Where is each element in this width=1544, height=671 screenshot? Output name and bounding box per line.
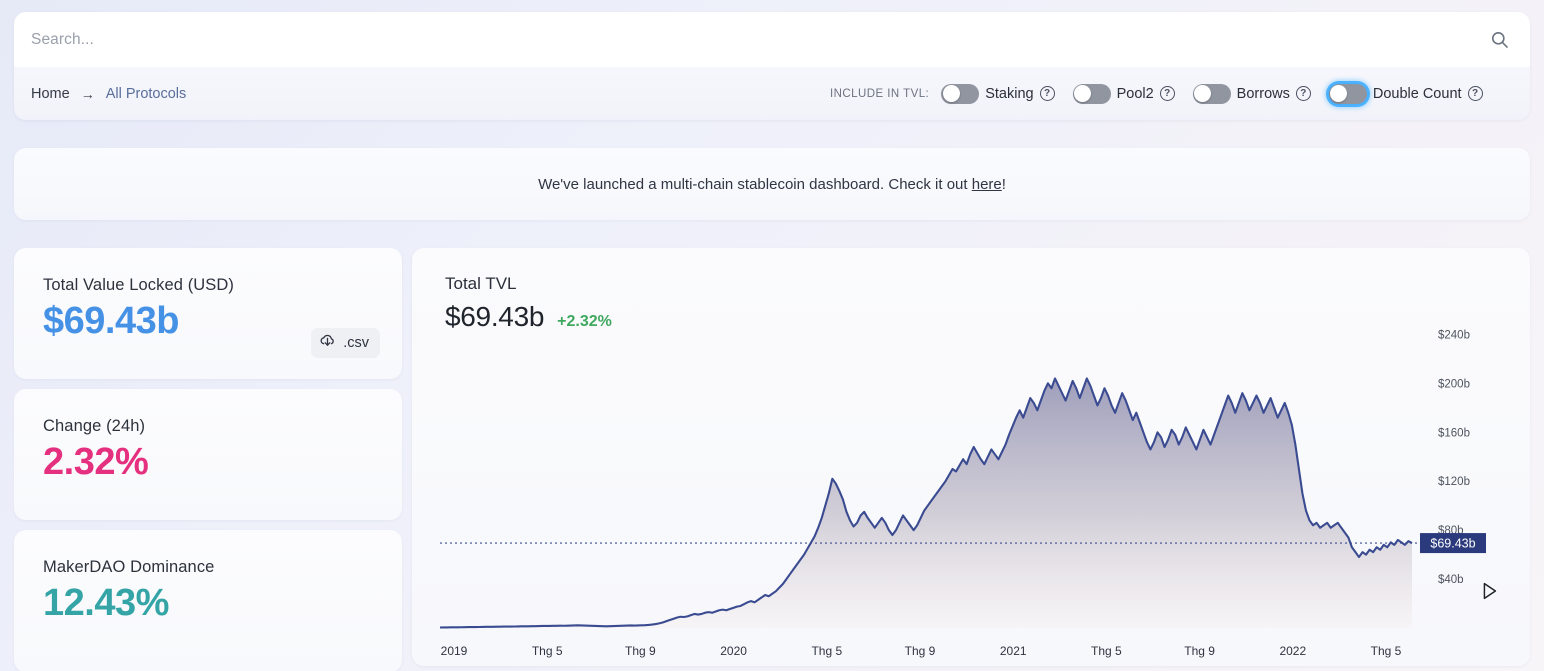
toggle-knob (1074, 85, 1092, 102)
toggle-knob (1194, 85, 1212, 102)
y-axis-tick: $120b (1438, 476, 1470, 488)
stat-card-change-24h: Change (24h) 2.32% (14, 389, 402, 520)
breadcrumb: Home → All Protocols (31, 86, 186, 102)
x-axis-tick: Thg 5 (1091, 644, 1122, 658)
cloud-download-icon (319, 332, 336, 354)
banner-link-here[interactable]: here (972, 176, 1002, 193)
include-in-tvl-controls: INCLUDE IN TVL: Staking ? Pool2 ? Borrow… (830, 67, 1483, 120)
toggle-staking[interactable] (941, 83, 980, 104)
toggle-group-borrows[interactable]: Borrows ? (1192, 83, 1311, 104)
toggle-knob (1330, 85, 1348, 102)
top-panel: Home → All Protocols INCLUDE IN TVL: Sta… (14, 12, 1530, 120)
current-value-badge-label: $69.43b (1430, 537, 1475, 551)
breadcrumb-item-all-protocols[interactable]: All Protocols (106, 86, 187, 102)
stat-title: Change (24h) (43, 417, 146, 435)
toggle-group-double-count[interactable]: Double Count ? (1328, 83, 1483, 104)
toggle-group-staking[interactable]: Staking ? (941, 83, 1055, 104)
breadcrumb-item-home[interactable]: Home (31, 86, 70, 102)
toggle-knob (942, 85, 960, 102)
x-axis-tick: Thg 5 (1371, 644, 1402, 658)
toggle-label-borrows: Borrows (1236, 85, 1290, 102)
include-in-tvl-label: INCLUDE IN TVL: (830, 87, 930, 100)
y-axis-tick: $200b (1438, 378, 1470, 390)
stats-column: Total Value Locked (USD) $69.43b .csv Ch… (14, 248, 402, 671)
search-bar[interactable] (14, 12, 1530, 67)
toggle-borrows[interactable] (1192, 83, 1231, 104)
toggle-label-staking: Staking (985, 85, 1034, 102)
help-icon-double-count[interactable]: ? (1467, 86, 1483, 101)
download-csv-button[interactable]: .csv (311, 328, 380, 358)
y-axis-tick: $160b (1438, 427, 1470, 439)
chart-plot-area[interactable]: $40b $80b $120b $160b $200b $240b 2019 Thg 5 Th… (412, 296, 1530, 666)
toggle-group-pool2[interactable]: Pool2 ? (1072, 83, 1175, 104)
announcement-banner: We've launched a multi-chain stablecoin … (14, 148, 1530, 220)
breadcrumb-arrow-icon: → (80, 85, 95, 102)
banner-text-after: ! (1001, 175, 1006, 193)
csv-label: .csv (343, 335, 369, 351)
toggle-double-count[interactable] (1328, 83, 1367, 104)
toggle-label-double-count: Double Count (1372, 85, 1462, 102)
stat-card-total-value-locked: Total Value Locked (USD) $69.43b .csv (14, 248, 402, 379)
chart-panel: Total TVL $69.43b +2.32% $40b $80b $120b $1… (412, 248, 1530, 666)
banner-text: We've launched a multi-chain stablecoin … (538, 176, 1006, 193)
x-axis-tick: 2021 (1000, 644, 1027, 658)
x-axis-tick: Thg 5 (811, 644, 842, 658)
x-axis-tick: 2022 (1279, 644, 1306, 658)
toggle-pool2[interactable] (1072, 83, 1111, 104)
help-icon-pool2[interactable]: ? (1159, 86, 1175, 101)
chart-title: Total TVL (445, 274, 517, 293)
stat-title: Total Value Locked (USD) (43, 276, 235, 294)
y-axis-tick: $240b (1438, 329, 1470, 341)
stat-title: MakerDAO Dominance (43, 558, 215, 576)
banner-text-before: We've launched a multi-chain stablecoin … (538, 175, 972, 193)
stat-value: 2.32% (43, 441, 149, 483)
x-axis-tick: Thg 9 (1184, 644, 1215, 658)
x-axis-tick: Thg 9 (905, 644, 936, 658)
y-axis-tick: $40b (1438, 574, 1464, 586)
help-icon-staking[interactable]: ? (1039, 86, 1055, 101)
x-axis-tick: Thg 5 (532, 644, 563, 658)
x-axis-tick: 2020 (720, 644, 747, 658)
x-axis-tick: 2019 (441, 644, 468, 658)
help-icon-borrows[interactable]: ? (1295, 86, 1311, 101)
stat-card-makerdao-dominance: MakerDAO Dominance 12.43% (14, 530, 402, 671)
chart-area-fill (440, 378, 1412, 628)
toggle-label-pool2: Pool2 (1116, 85, 1154, 102)
play-triangle-cursor (1478, 580, 1500, 602)
breadcrumb-bar: Home → All Protocols INCLUDE IN TVL: Sta… (14, 67, 1530, 120)
stat-value: 12.43% (43, 582, 169, 624)
search-input[interactable] (31, 30, 1486, 49)
x-axis-tick: Thg 9 (625, 644, 656, 658)
search-icon[interactable] (1486, 27, 1512, 53)
tvl-area-chart[interactable]: $40b$80b$120b$160b$200b$240b 2019 Thg 5 Th… (412, 296, 1530, 666)
